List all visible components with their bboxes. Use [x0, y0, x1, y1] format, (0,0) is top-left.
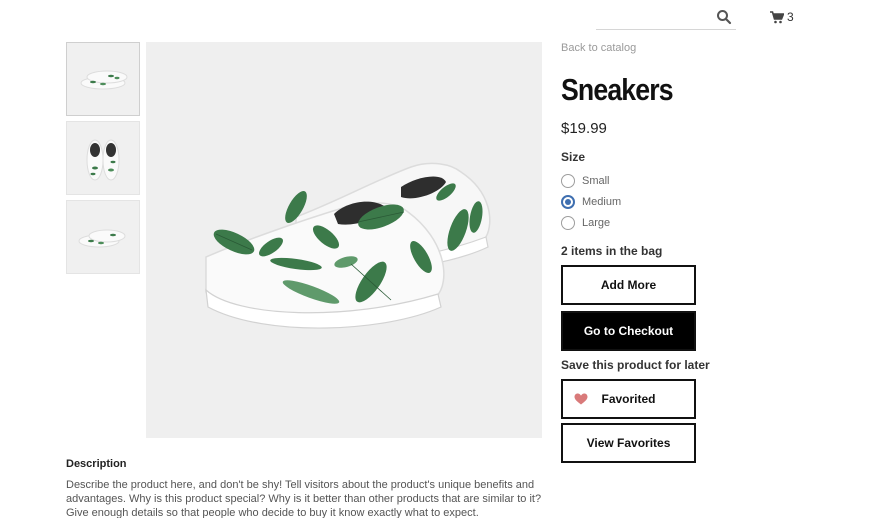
view-favorites-button[interactable]: View Favorites: [561, 423, 696, 463]
thumbnail-side[interactable]: [66, 42, 140, 116]
thumbnail-top[interactable]: [66, 121, 140, 195]
favorited-label: Favorited: [601, 392, 656, 406]
search-bar[interactable]: [596, 6, 736, 30]
sneaker-top-thumbnail: [86, 139, 120, 181]
cart-icon: [770, 10, 784, 23]
add-more-button[interactable]: Add More: [561, 265, 696, 305]
size-option-medium[interactable]: Medium: [561, 191, 861, 212]
size-option-small[interactable]: Small: [561, 170, 861, 191]
add-more-label: Add More: [600, 278, 657, 292]
cart-button[interactable]: 3: [770, 9, 794, 25]
radio-medium[interactable]: [561, 194, 575, 209]
cart-count: 3: [787, 10, 794, 24]
favorited-button[interactable]: Favorited: [561, 379, 696, 419]
description-text: Describe the product here, and don't be …: [66, 479, 542, 518]
size-options: Small Medium Large: [561, 170, 861, 233]
checkout-button[interactable]: Go to Checkout: [561, 311, 696, 351]
description-section: Description Describe the product here, a…: [66, 458, 546, 518]
thumbnail-list: [66, 42, 140, 279]
size-label: Size: [561, 150, 586, 164]
back-to-catalog-link[interactable]: Back to catalog: [561, 42, 861, 58]
heart-icon: [574, 393, 588, 405]
product-main-image[interactable]: [146, 42, 542, 438]
view-favorites-label: View Favorites: [586, 436, 671, 450]
sneakers-illustration: [205, 162, 491, 329]
size-option-label: Medium: [582, 195, 622, 208]
size-option-label: Small: [582, 174, 610, 187]
sneaker-back-thumbnail: [78, 229, 126, 248]
size-option-large[interactable]: Large: [561, 212, 861, 233]
checkout-label: Go to Checkout: [583, 324, 674, 338]
description-title: Description: [66, 458, 127, 470]
search-icon[interactable]: [716, 9, 732, 25]
bag-count: 2 items in the bag: [561, 244, 663, 258]
sneaker-side-thumbnail: [80, 70, 128, 90]
thumbnail-back[interactable]: [66, 200, 140, 274]
save-for-later-label: Save this product for later: [561, 358, 710, 372]
product-price: $19.99: [561, 120, 607, 137]
radio-small[interactable]: [561, 173, 575, 188]
product-title: Sneakers: [561, 72, 674, 107]
product-panel: Back to catalog Sneakers $19.99 Size Sma…: [561, 42, 861, 463]
size-option-label: Large: [582, 216, 611, 229]
radio-large[interactable]: [561, 215, 575, 230]
